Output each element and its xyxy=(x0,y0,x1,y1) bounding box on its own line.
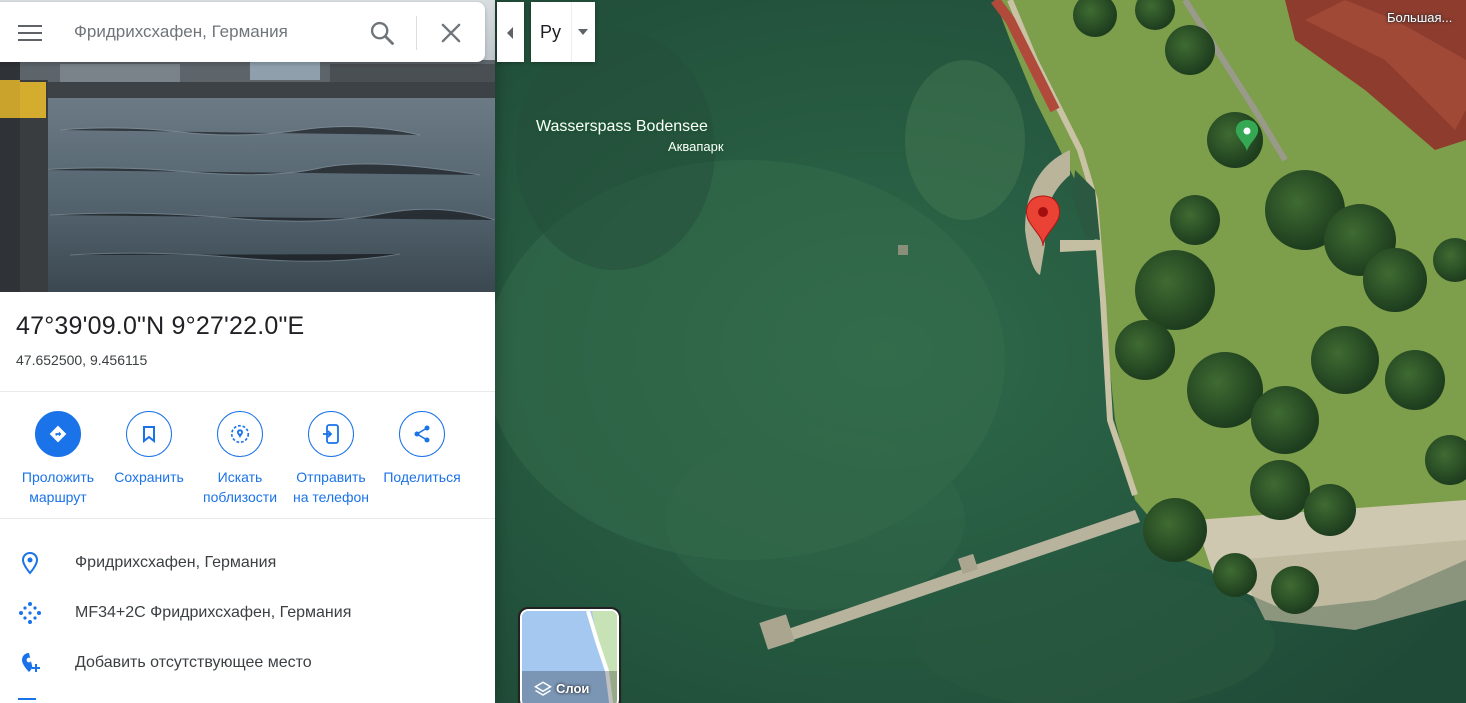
send-to-phone-label: Отправить на телефон xyxy=(293,469,369,505)
bookmark-icon xyxy=(126,411,172,457)
nearby-button[interactable]: Искать поблизости xyxy=(192,411,288,507)
divider xyxy=(0,518,495,519)
search-box xyxy=(0,2,485,62)
add-place-row[interactable]: Добавить отсутствующее место xyxy=(0,639,495,689)
save-button[interactable]: Сохранить xyxy=(101,411,197,487)
share-label: Поделиться xyxy=(383,469,461,485)
add-place-icon xyxy=(22,653,40,672)
layers-label: Слои xyxy=(556,681,590,696)
language-label: Ру xyxy=(540,22,562,42)
satellite-map[interactable] xyxy=(495,0,1466,703)
address-text: Фридрихсхафен, Германия xyxy=(75,554,277,571)
send-to-phone-button[interactable]: Отправить на телефон xyxy=(283,411,379,507)
search-icon[interactable] xyxy=(368,19,396,47)
address-row[interactable]: Фридрихсхафен, Германия xyxy=(0,539,495,589)
share-icon xyxy=(399,411,445,457)
poi-category-label[interactable]: Аквапарк xyxy=(668,139,724,154)
plus-code-text: MF34+2C Фридрихсхафен, Германия xyxy=(75,604,352,621)
search-input[interactable] xyxy=(74,14,344,50)
add-place-text: Добавить отсутствующее место xyxy=(75,654,312,671)
layers-button[interactable]: Слои xyxy=(518,607,621,703)
coordinates-title: 47°39'09.0"N 9°27'22.0"E xyxy=(16,312,305,340)
nearby-icon xyxy=(217,411,263,457)
caret-left-icon xyxy=(507,27,513,39)
location-pin-icon xyxy=(21,551,39,575)
directions-button[interactable]: Проложить маршрут xyxy=(10,411,106,507)
share-button[interactable]: Поделиться xyxy=(374,411,470,487)
place-panel: 47°39'09.0"N 9°27'22.0"E 47.652500, 9.45… xyxy=(0,0,495,703)
send-to-phone-icon xyxy=(308,411,354,457)
directions-label: Проложить маршрут xyxy=(21,469,95,505)
satellite-imagery xyxy=(495,0,1466,703)
divider xyxy=(0,391,495,392)
search-divider xyxy=(416,16,417,50)
directions-icon xyxy=(35,411,81,457)
language-divider xyxy=(571,2,572,62)
save-label: Сохранить xyxy=(114,469,184,485)
close-icon[interactable] xyxy=(437,19,465,47)
partial-row-icon xyxy=(18,698,36,700)
nearby-label: Искать поблизости xyxy=(202,469,278,505)
plus-code-row[interactable]: MF34+2C Фридрихсхафен, Германия xyxy=(0,589,495,639)
layers-icon xyxy=(534,681,552,696)
poi-name-label[interactable]: Wasserspass Bodensee xyxy=(536,118,708,136)
menu-icon[interactable] xyxy=(18,22,42,42)
district-label[interactable]: Большая... xyxy=(1387,10,1452,25)
language-button[interactable]: Ру xyxy=(531,2,595,62)
plus-code-icon xyxy=(19,602,41,624)
caret-down-icon[interactable] xyxy=(578,29,588,35)
collapse-panel-button[interactable] xyxy=(497,2,524,62)
coordinates-decimal[interactable]: 47.652500, 9.456115 xyxy=(16,352,147,368)
